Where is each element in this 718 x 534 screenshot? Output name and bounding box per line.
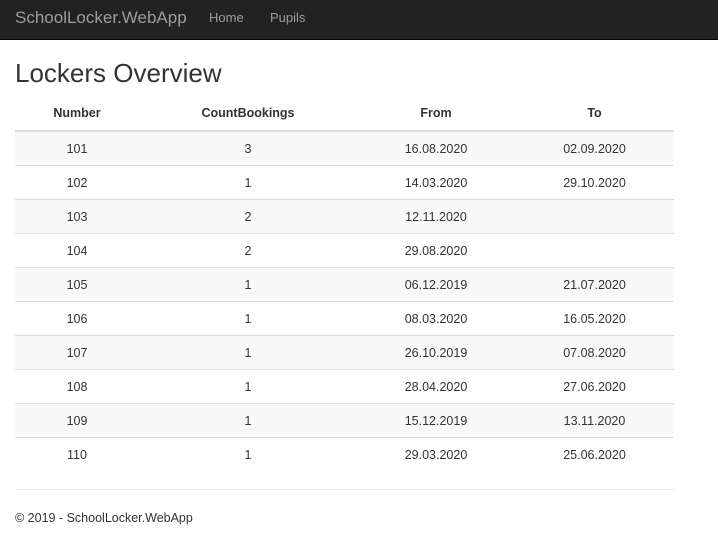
cell-number: 109 bbox=[15, 403, 139, 438]
footer-copyright: © 2019 - SchoolLocker.WebApp bbox=[15, 511, 193, 525]
cell-from: 29.08.2020 bbox=[357, 233, 515, 268]
cell-count-bookings: 1 bbox=[139, 335, 357, 370]
cell-to bbox=[515, 199, 674, 234]
cell-to bbox=[515, 233, 674, 268]
nav-link-pupils[interactable]: Pupils bbox=[270, 0, 305, 40]
cell-from: 26.10.2019 bbox=[357, 335, 515, 370]
brand-link[interactable]: SchoolLocker.WebApp bbox=[15, 0, 187, 40]
cell-from: 28.04.2020 bbox=[357, 369, 515, 404]
cell-from: 06.12.2019 bbox=[357, 267, 515, 302]
table-row: 103 2 12.11.2020 bbox=[15, 199, 674, 234]
cell-count-bookings: 1 bbox=[139, 165, 357, 200]
cell-count-bookings: 1 bbox=[139, 403, 357, 438]
cell-from: 15.12.2019 bbox=[357, 403, 515, 438]
cell-number: 108 bbox=[15, 369, 139, 404]
column-header-from: From bbox=[357, 96, 515, 132]
table-row: 106 1 08.03.2020 16.05.2020 bbox=[15, 301, 674, 336]
cell-number: 106 bbox=[15, 301, 139, 336]
cell-count-bookings: 1 bbox=[139, 301, 357, 336]
table-body: 101 3 16.08.2020 02.09.2020 102 1 14.03.2020 29… bbox=[15, 130, 674, 471]
lockers-table: Number CountBookings From To 101 3 16.08.2… bbox=[15, 96, 674, 471]
cell-to: 02.09.2020 bbox=[515, 130, 674, 166]
cell-from: 16.08.2020 bbox=[357, 130, 515, 166]
cell-to: 29.10.2020 bbox=[515, 165, 674, 200]
cell-to: 16.05.2020 bbox=[515, 301, 674, 336]
cell-to: 13.11.2020 bbox=[515, 403, 674, 438]
cell-from: 29.03.2020 bbox=[357, 437, 515, 471]
cell-count-bookings: 1 bbox=[139, 369, 357, 404]
cell-number: 110 bbox=[15, 437, 139, 471]
cell-count-bookings: 2 bbox=[139, 233, 357, 268]
table-row: 104 2 29.08.2020 bbox=[15, 233, 674, 268]
table-row: 108 1 28.04.2020 27.06.2020 bbox=[15, 369, 674, 404]
cell-count-bookings: 1 bbox=[139, 267, 357, 302]
table-row: 102 1 14.03.2020 29.10.2020 bbox=[15, 165, 674, 200]
column-header-countbookings: CountBookings bbox=[139, 96, 357, 132]
cell-number: 101 bbox=[15, 130, 139, 166]
cell-from: 08.03.2020 bbox=[357, 301, 515, 336]
top-navbar: SchoolLocker.WebApp Home Pupils bbox=[0, 0, 718, 40]
cell-to: 21.07.2020 bbox=[515, 267, 674, 302]
cell-to: 25.06.2020 bbox=[515, 437, 674, 471]
cell-number: 107 bbox=[15, 335, 139, 370]
cell-from: 12.11.2020 bbox=[357, 199, 515, 234]
cell-from: 14.03.2020 bbox=[357, 165, 515, 200]
table-row: 110 1 29.03.2020 25.06.2020 bbox=[15, 437, 674, 471]
cell-count-bookings: 1 bbox=[139, 437, 357, 471]
table-row: 107 1 26.10.2019 07.08.2020 bbox=[15, 335, 674, 370]
column-header-to: To bbox=[515, 96, 674, 132]
cell-to: 07.08.2020 bbox=[515, 335, 674, 370]
table-row: 105 1 06.12.2019 21.07.2020 bbox=[15, 267, 674, 302]
nav-link-home[interactable]: Home bbox=[209, 0, 244, 40]
cell-number: 105 bbox=[15, 267, 139, 302]
cell-count-bookings: 2 bbox=[139, 199, 357, 234]
table-header-row: Number CountBookings From To bbox=[15, 96, 674, 132]
cell-count-bookings: 3 bbox=[139, 130, 357, 166]
cell-number: 102 bbox=[15, 165, 139, 200]
table-row: 109 1 15.12.2019 13.11.2020 bbox=[15, 403, 674, 438]
table-row: 101 3 16.08.2020 02.09.2020 bbox=[15, 130, 674, 166]
cell-number: 104 bbox=[15, 233, 139, 268]
cell-to: 27.06.2020 bbox=[515, 369, 674, 404]
cell-number: 103 bbox=[15, 199, 139, 234]
page-title: Lockers Overview bbox=[15, 58, 222, 88]
column-header-number: Number bbox=[15, 96, 139, 132]
footer-divider bbox=[15, 489, 674, 490]
